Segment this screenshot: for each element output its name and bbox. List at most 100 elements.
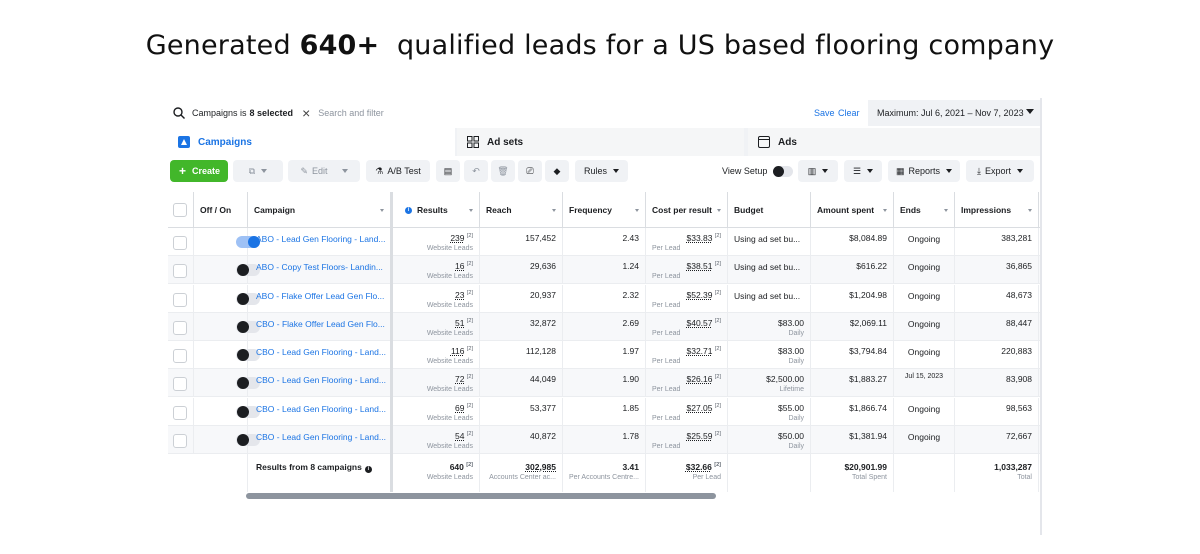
row-spent-cell: $3,794.84 — [811, 341, 894, 368]
ad-icon — [758, 136, 770, 148]
results-text: 51 — [455, 317, 465, 328]
clear-link[interactable]: Clear — [838, 108, 860, 118]
breakdown-button[interactable]: ☰ — [844, 160, 882, 182]
campaigns-icon — [178, 136, 190, 148]
header-cost-per-result[interactable]: Cost per result — [646, 192, 728, 228]
header-amount-spent[interactable]: Amount spent — [811, 192, 894, 228]
tab-ads[interactable]: Ads — [748, 128, 1042, 156]
campaign-name-link[interactable]: ABO - Copy Test Floors- Landin... — [256, 262, 383, 272]
row-checkbox[interactable] — [173, 349, 187, 363]
campaign-name-link[interactable]: CBO - Lead Gen Flooring - Land... — [256, 375, 386, 385]
tab-ad-sets[interactable]: Ad sets — [457, 128, 744, 156]
row-checkbox[interactable] — [173, 433, 187, 448]
cpr-text: $32.71 — [686, 346, 713, 356]
delete-button[interactable]: 🗑 — [491, 160, 515, 182]
select-all-checkbox[interactable] — [173, 203, 187, 217]
tab-campaigns[interactable]: Campaigns — [168, 128, 455, 156]
search-input[interactable]: Search and filter — [318, 108, 384, 118]
table-row[interactable]: ABO - Flake Offer Lead Gen Flo... 23 [2] W… — [168, 284, 1042, 313]
columns-button[interactable]: ▥ — [798, 160, 838, 182]
cpr-value: $25.59 [2] — [687, 431, 722, 441]
row-ends-cell: Ongoing — [894, 312, 955, 340]
campaign-name-link[interactable]: CBO - Lead Gen Flooring - Land... — [256, 432, 386, 442]
header-impressions[interactable]: Impressions — [955, 192, 1039, 228]
totals-frequency-value: 3.41 — [622, 462, 639, 472]
row-ends-cell: Ongoing — [894, 341, 955, 368]
row-checkbox[interactable] — [173, 377, 187, 392]
cpr-sub: Per Lead — [652, 273, 681, 281]
cpr-sub: Per Lead — [652, 414, 681, 422]
totals-spent-sub: Total Spent — [851, 474, 887, 481]
edit-button[interactable]: ✎ Edit — [288, 160, 360, 182]
header-ends-label: Ends — [900, 205, 921, 215]
save-link[interactable]: Save — [814, 108, 835, 118]
ab-test-button[interactable]: ⚗ A/B Test — [366, 160, 430, 182]
campaign-name-link[interactable]: ABO - Flake Offer Lead Gen Flo... — [256, 291, 384, 301]
row-frequency-cell: 1.97 — [563, 341, 646, 368]
table-row[interactable]: CBO - Flake Offer Lead Gen Flo... 51 [2] W… — [168, 312, 1042, 341]
export-button[interactable]: ⤓ Export — [966, 160, 1034, 182]
chevron-down-icon — [341, 169, 348, 173]
view-setup-switch[interactable] — [773, 165, 794, 177]
row-checkbox[interactable] — [173, 405, 187, 420]
row-results-cell: 239 [2] Website Leads — [393, 228, 480, 255]
table-row[interactable]: CBO - Lead Gen Flooring - Land... 54 [2] W… — [168, 425, 1042, 454]
table-row[interactable]: CBO - Lead Gen Flooring - Land... 72 [2] W… — [168, 369, 1042, 398]
view-setup-toggle[interactable]: View Setup — [722, 160, 794, 182]
totals-spacer — [168, 454, 248, 492]
row-checkbox[interactable] — [173, 264, 187, 279]
row-ends-cell: Jul 15, 2023 — [894, 369, 955, 397]
campaign-name-link[interactable]: CBO - Flake Offer Lead Gen Flo... — [256, 319, 385, 329]
table-row[interactable]: CBO - Lead Gen Flooring - Land... 69 [2] W… — [168, 397, 1042, 426]
ends-value: Ongoing — [907, 234, 941, 244]
table-row[interactable]: ABO - Copy Test Floors- Landin... 16 [2] W… — [168, 256, 1042, 285]
row-budget-cell: $2,500.00 Lifetime — [728, 369, 811, 397]
header-budget[interactable]: Budget — [728, 192, 811, 228]
reports-button[interactable]: ▦ Reports — [888, 160, 960, 182]
preview-button[interactable]: ⎚ — [518, 160, 542, 182]
results-text: 23 — [455, 289, 465, 300]
tag-button[interactable]: ◆ — [545, 160, 569, 182]
cpr-text: $52.39 — [686, 289, 713, 300]
campaign-name-link[interactable]: CBO - Lead Gen Flooring - Land... — [256, 404, 386, 414]
row-checkbox[interactable] — [173, 292, 187, 307]
date-range-label: Maximum: Jul 6, 2021 – Nov 7, 2023 — [877, 108, 1024, 118]
totals-impressions-value: 1,033,287 — [994, 462, 1032, 472]
campaign-name-link[interactable]: CBO - Lead Gen Flooring - Land... — [256, 347, 386, 357]
undo-button[interactable]: ↶ — [464, 160, 488, 182]
horizontal-scrollbar[interactable] — [246, 493, 716, 499]
table-row[interactable]: CBO - Lead Gen Flooring - Land... 116 [2]… — [168, 341, 1042, 369]
campaign-name-link[interactable]: ABO - Lead Gen Flooring - Land... — [256, 234, 385, 244]
search-icon[interactable] — [172, 106, 186, 120]
frequency-value: 2.69 — [622, 317, 639, 328]
row-results-cell: 16 [2] Website Leads — [393, 256, 480, 284]
row-select-cell — [168, 256, 194, 284]
impressions-value: 383,281 — [1001, 233, 1032, 243]
header-off-on[interactable]: Off / On — [194, 192, 248, 228]
clipboard-button[interactable]: ▤ — [436, 160, 460, 182]
frequency-value: 1.97 — [622, 346, 639, 356]
duplicate-button[interactable]: ⧉ — [233, 160, 283, 182]
budget-sub: Lifetime — [779, 386, 804, 394]
header-results[interactable]: i Results — [393, 192, 480, 228]
close-icon[interactable]: × — [302, 106, 310, 120]
results-sub: Website Leads — [426, 386, 473, 394]
header-ends[interactable]: Ends — [894, 192, 955, 228]
filter-pill[interactable]: Campaigns is 8 selected — [192, 108, 293, 118]
cpr-text: $26.16 — [686, 374, 713, 385]
create-button[interactable]: + Create — [170, 160, 228, 182]
header-frequency[interactable]: Frequency — [563, 192, 646, 228]
tab-campaigns-label: Campaigns — [198, 136, 252, 148]
header-reach[interactable]: Reach — [480, 192, 563, 228]
amount-spent-value: $3,794.84 — [849, 346, 887, 356]
info-icon: i — [405, 206, 412, 214]
row-checkbox[interactable] — [173, 236, 187, 250]
grid-icon — [467, 136, 479, 148]
row-checkbox[interactable] — [173, 320, 187, 335]
header-campaign[interactable]: Campaign — [248, 192, 391, 228]
rules-button[interactable]: Rules — [575, 160, 628, 182]
header-amount-spent-label: Amount spent — [817, 205, 875, 215]
table-row[interactable]: ABO - Lead Gen Flooring - Land... 239 [2]… — [168, 228, 1042, 256]
row-toggle-cell — [194, 425, 260, 453]
date-range-picker[interactable]: Maximum: Jul 6, 2021 – Nov 7, 2023 — [868, 100, 1040, 126]
